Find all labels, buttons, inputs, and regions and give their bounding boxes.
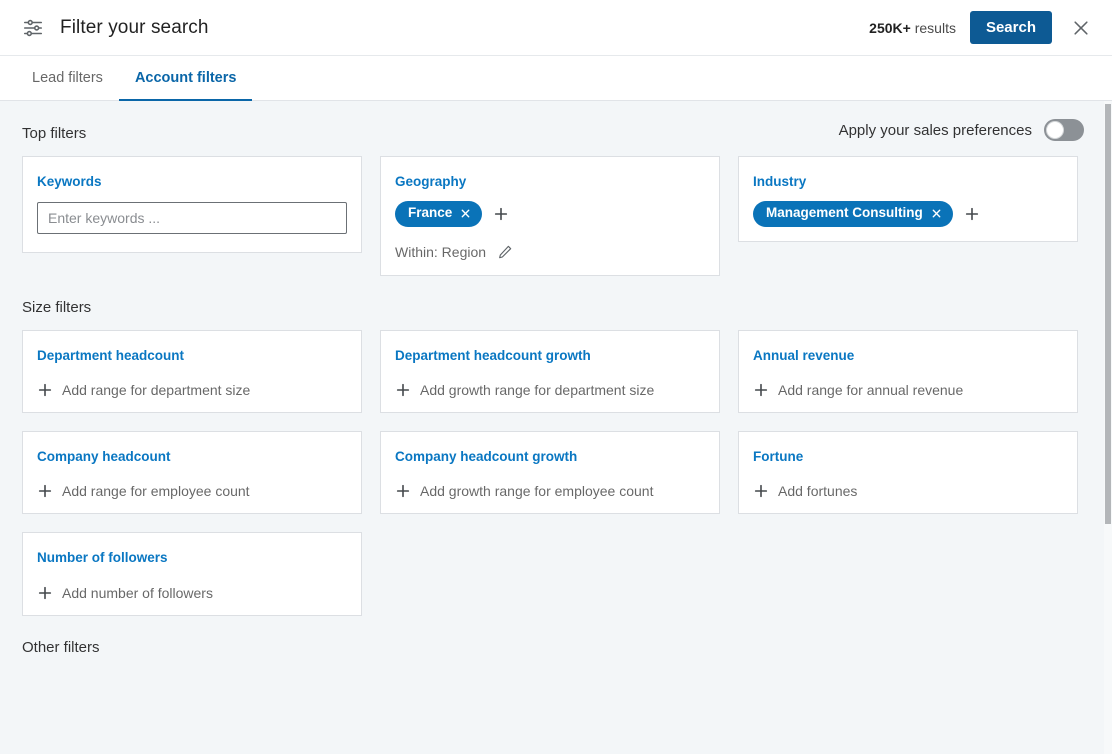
geography-pill-row: France (395, 201, 705, 228)
sliders-filter-icon (22, 17, 44, 39)
scrollbar-thumb[interactable] (1105, 104, 1111, 524)
company-headcount-growth-add-text: Add growth range for employee count (420, 483, 654, 500)
plus-icon (965, 207, 978, 221)
company-headcount-add-text: Add range for employee count (62, 483, 250, 500)
department-headcount-add-text: Add range for department size (62, 382, 251, 399)
department-headcount-growth-add-text: Add growth range for department size (420, 382, 655, 399)
geography-within-text: Within: Region (395, 244, 487, 261)
fortune-label[interactable]: Fortune (753, 449, 803, 465)
size-filters-heading: Size filters (22, 299, 92, 317)
filter-card-annual-revenue: Annual revenue Add range for annual reve… (738, 330, 1078, 414)
industry-label[interactable]: Industry (753, 174, 806, 190)
fortune-add-text: Add fortunes (778, 483, 858, 500)
industry-pill-row: Management Consulting (753, 201, 1063, 228)
industry-pill: Management Consulting (753, 201, 953, 228)
results-count-suffix: results (910, 19, 956, 36)
company-headcount-growth-add-button[interactable]: Add growth range for employee count (395, 483, 653, 499)
header-actions: 250K+ results Search (869, 11, 1096, 44)
geography-pill: France (395, 201, 483, 228)
filter-card-keywords: Keywords (22, 156, 362, 254)
close-icon (1074, 20, 1088, 35)
keywords-input[interactable] (37, 202, 347, 235)
plus-icon (38, 586, 52, 599)
pencil-edit-icon (499, 245, 512, 259)
department-headcount-growth-label[interactable]: Department headcount growth (395, 348, 591, 364)
annual-revenue-add-text: Add range for annual revenue (778, 382, 964, 399)
number-of-followers-add-button[interactable]: Add number of followers (37, 585, 213, 601)
filter-card-geography: Geography France Within: Region (380, 156, 720, 277)
geography-pill-label: France (408, 205, 453, 221)
annual-revenue-label[interactable]: Annual revenue (753, 348, 854, 364)
results-count-value: 250K+ (869, 19, 911, 36)
filter-card-company-headcount: Company headcount Add range for employee… (22, 431, 362, 515)
tab-lead-filters[interactable]: Lead filters (16, 56, 119, 100)
filters-scroll-area: Apply your sales preferences Top filters… (0, 101, 1112, 754)
filter-tabs: Lead filters Account filters (0, 56, 1112, 101)
fortune-add-button[interactable]: Add fortunes (753, 483, 857, 499)
filter-card-company-headcount-growth: Company headcount growth Add growth rang… (380, 431, 720, 515)
company-headcount-label[interactable]: Company headcount (37, 449, 171, 465)
department-headcount-growth-add-button[interactable]: Add growth range for department size (395, 382, 654, 398)
size-filters-grid: Department headcount Add range for depar… (22, 330, 1084, 616)
company-headcount-add-button[interactable]: Add range for employee count (37, 483, 250, 499)
keywords-label[interactable]: Keywords (37, 174, 102, 190)
filter-card-industry: Industry Management Consulting (738, 156, 1078, 243)
top-filters-grid: Keywords Geography France (22, 156, 1084, 277)
plus-icon (754, 384, 768, 397)
industry-pill-remove-icon[interactable] (931, 208, 942, 219)
geography-label[interactable]: Geography (395, 174, 466, 190)
company-headcount-growth-label[interactable]: Company headcount growth (395, 449, 577, 465)
filter-card-number-of-followers: Number of followers Add number of follow… (22, 532, 362, 616)
geography-add-button[interactable] (491, 204, 511, 224)
plus-icon (495, 207, 508, 221)
plus-icon (754, 485, 768, 498)
other-filters-heading: Other filters (22, 638, 100, 656)
tab-account-filters[interactable]: Account filters (118, 56, 253, 101)
annual-revenue-add-button[interactable]: Add range for annual revenue (753, 382, 963, 398)
department-headcount-label[interactable]: Department headcount (37, 348, 184, 364)
search-button[interactable]: Search (969, 11, 1052, 44)
plus-icon (396, 384, 410, 397)
close-button[interactable] (1066, 13, 1096, 43)
department-headcount-add-button[interactable]: Add range for department size (37, 382, 250, 398)
sales-preferences-toggle[interactable] (1044, 119, 1084, 141)
number-of-followers-label[interactable]: Number of followers (37, 550, 168, 566)
page-title: Filter your search (60, 16, 209, 38)
filter-card-department-headcount: Department headcount Add range for depar… (22, 330, 362, 414)
filter-card-fortune: Fortune Add fortunes (738, 431, 1078, 515)
plus-icon (38, 384, 52, 397)
geography-pill-remove-icon[interactable] (460, 208, 471, 219)
plus-icon (38, 485, 52, 498)
geography-within-row: Within: Region (395, 243, 705, 261)
sales-preferences-row: Apply your sales preferences (839, 119, 1084, 141)
toggle-knob (1046, 121, 1064, 139)
number-of-followers-add-text: Add number of followers (62, 584, 213, 601)
scrollbar-track[interactable] (1104, 101, 1112, 754)
industry-add-button[interactable] (962, 204, 982, 224)
sales-preferences-label: Apply your sales preferences (838, 121, 1032, 139)
filter-header: Filter your search 250K+ results Search (0, 0, 1112, 56)
filter-card-department-headcount-growth: Department headcount growth Add growth r… (380, 330, 720, 414)
plus-icon (396, 485, 410, 498)
geography-edit-button[interactable] (496, 243, 514, 261)
industry-pill-label: Management Consulting (766, 205, 923, 221)
results-count: 250K+ results (869, 20, 956, 36)
